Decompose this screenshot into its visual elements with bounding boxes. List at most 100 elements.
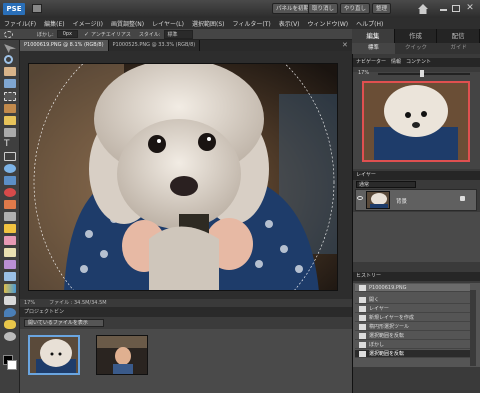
menu-enhance[interactable]: 画質調整(N) xyxy=(107,19,148,28)
status-bar: 17% ファイル : 34.5M/34.5M xyxy=(20,299,352,307)
style-select[interactable]: 標準 xyxy=(163,29,193,39)
type-tool-icon[interactable]: T xyxy=(4,140,16,149)
menu-select[interactable]: 選択範囲(S) xyxy=(188,19,229,28)
history-item[interactable]: 楕円形選択ツール xyxy=(355,323,470,331)
view-menu-icon[interactable] xyxy=(32,4,42,13)
minimize-icon[interactable] xyxy=(440,9,447,11)
eye-icon[interactable] xyxy=(357,196,363,200)
history-item-selected[interactable]: 選択範囲を反転 xyxy=(355,350,470,358)
tab-content[interactable]: コンテント xyxy=(406,58,431,67)
quick-selection-tool-icon[interactable] xyxy=(4,128,16,137)
shape-tool-icon[interactable] xyxy=(4,296,16,305)
tool-options-bar: ぼかし: 0px ✓ アンチエイリアス スタイル: 標準 xyxy=(0,29,352,40)
zoom-level[interactable]: 17% xyxy=(24,299,35,307)
dodge-tool-icon[interactable] xyxy=(4,332,16,341)
document-photo[interactable] xyxy=(28,63,338,291)
crop-tool-icon[interactable] xyxy=(4,152,16,161)
lasso-tool-icon[interactable] xyxy=(4,104,16,113)
navigator-zoom-slider[interactable] xyxy=(378,73,470,75)
background-color-swatch[interactable] xyxy=(7,360,17,370)
history-item[interactable]: 選択範囲を反転 xyxy=(355,332,470,340)
history-item-label: 楕円形選択ツール xyxy=(369,324,410,330)
red-eye-tool-icon[interactable] xyxy=(4,188,16,197)
layer-list xyxy=(353,212,480,262)
zoom-slider-thumb[interactable] xyxy=(420,70,424,77)
menu-help[interactable]: ヘルプ(H) xyxy=(352,19,387,28)
bin-thumbnail-2[interactable] xyxy=(96,335,148,375)
marquee-tool-icon[interactable] xyxy=(4,92,16,101)
bin-filter-select[interactable]: 開いているファイルを表示 xyxy=(24,319,104,327)
antialias-checkbox[interactable]: ✓ xyxy=(84,31,89,38)
magic-wand-tool-icon[interactable] xyxy=(4,116,16,125)
tab-document-1[interactable]: P1000619.PNG @ 8.1% (RGB/8) xyxy=(20,40,109,51)
layers-title: レイヤー xyxy=(356,172,376,178)
sponge-tool-icon[interactable] xyxy=(4,320,16,329)
navigator-preview[interactable] xyxy=(362,81,470,162)
pencil-tool-icon[interactable] xyxy=(4,224,16,233)
spot-healing-tool-icon[interactable] xyxy=(4,200,16,209)
history-item[interactable]: P1000619.PNG xyxy=(355,284,470,292)
tab-share[interactable]: 配信 xyxy=(437,29,480,43)
organizer-button[interactable]: 整理 xyxy=(372,3,392,14)
tab-close-icon[interactable]: ✕ xyxy=(342,41,348,49)
move-tool-icon[interactable] xyxy=(4,44,16,53)
history-item[interactable]: ぼかし xyxy=(355,341,470,349)
straighten-tool-icon[interactable] xyxy=(4,176,16,185)
blur-tool-icon[interactable] xyxy=(4,308,16,317)
history-item-label: 選択範囲を反転 xyxy=(369,351,405,357)
cookie-cutter-tool-icon[interactable] xyxy=(4,164,16,173)
menu-bar: ファイル(F) 編集(E) イメージ(I) 画質調整(N) レイヤー(L) 選択… xyxy=(0,18,480,29)
paint-bucket-tool-icon[interactable] xyxy=(4,272,16,281)
menu-edit[interactable]: 編集(E) xyxy=(40,19,68,28)
tab-navigator[interactable]: ナビゲーター xyxy=(356,58,386,67)
menu-view[interactable]: 表示(V) xyxy=(275,19,304,28)
history-step-icon xyxy=(359,342,366,348)
close-icon[interactable]: ✕ xyxy=(465,3,475,13)
tab-document-2[interactable]: P1000525.PNG @ 33.3% (RGB/8) xyxy=(109,40,201,51)
thumbnail-image xyxy=(97,336,147,374)
history-step-icon xyxy=(359,315,366,321)
zoom-tool-icon[interactable] xyxy=(4,55,13,64)
menu-filter[interactable]: フィルター(T) xyxy=(229,19,275,28)
history-item-label: 選択範囲を反転 xyxy=(369,333,405,339)
bin-thumbnail-1[interactable] xyxy=(28,335,80,375)
menu-image[interactable]: イメージ(I) xyxy=(69,19,107,28)
history-item-label: 開く xyxy=(369,297,380,303)
feather-input[interactable]: 0px xyxy=(56,30,79,38)
blend-mode-select[interactable]: 通常 xyxy=(356,181,416,188)
brush-tool-icon[interactable] xyxy=(4,248,16,257)
smart-brush-tool-icon[interactable] xyxy=(4,260,16,269)
menu-layer[interactable]: レイヤー(L) xyxy=(148,19,188,28)
eraser-tool-icon[interactable] xyxy=(4,236,16,245)
history-item[interactable]: 開く xyxy=(355,296,470,304)
tab-info[interactable]: 情報 xyxy=(391,58,401,67)
tab-edit[interactable]: 編集 xyxy=(352,29,395,43)
undo-button[interactable]: 取り消し xyxy=(308,3,339,14)
layer-name: 背景 xyxy=(396,199,408,205)
tab-create[interactable]: 作成 xyxy=(395,29,438,43)
layer-thumb-image xyxy=(367,192,389,208)
layer-thumbnail xyxy=(366,191,390,209)
history-item[interactable]: 新規レイヤーを作成 xyxy=(355,314,470,322)
history-step-icon xyxy=(359,306,366,312)
gradient-tool-icon[interactable] xyxy=(4,284,16,293)
ellipse-marquee-icon xyxy=(4,30,13,38)
history-scrollbar[interactable] xyxy=(470,290,476,366)
redo-button[interactable]: やり直し xyxy=(340,3,371,14)
tab-guided[interactable]: ガイド xyxy=(437,43,480,54)
navigator-image xyxy=(364,83,468,160)
tab-full-edit[interactable]: 標準 xyxy=(352,43,395,54)
hand-tool-icon[interactable] xyxy=(4,67,16,76)
document-tabs: P1000619.PNG @ 8.1% (RGB/8) P1000525.PNG… xyxy=(20,40,352,51)
history-item[interactable]: レイヤー xyxy=(355,305,470,313)
menu-file[interactable]: ファイル(F) xyxy=(0,19,40,28)
dog-photo-image xyxy=(29,64,337,290)
eyedropper-tool-icon[interactable] xyxy=(4,79,16,88)
clone-stamp-tool-icon[interactable] xyxy=(4,212,16,221)
layers-header: レイヤー xyxy=(353,171,480,180)
antialias-label: アンチエイリアス xyxy=(91,31,131,38)
menu-window[interactable]: ウィンドウ(W) xyxy=(304,19,353,28)
document-size: ファイル : 34.5M/34.5M xyxy=(49,300,107,306)
maximize-icon[interactable] xyxy=(452,5,460,12)
tab-quick[interactable]: クイック xyxy=(395,43,438,54)
